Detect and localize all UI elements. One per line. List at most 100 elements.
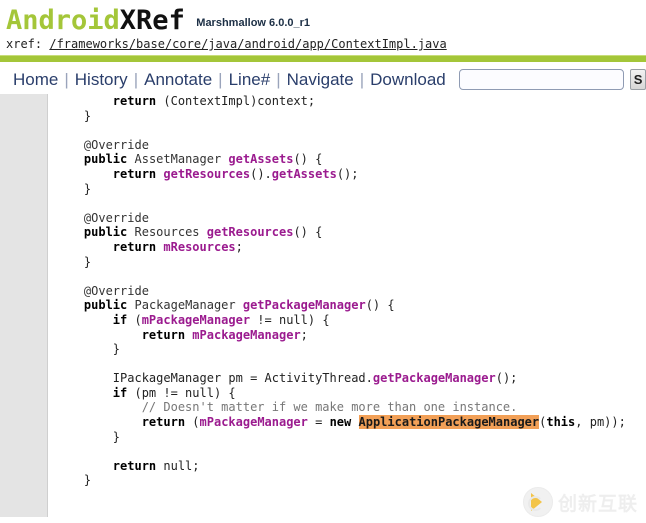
code-token: return	[112, 166, 157, 181]
code-line: 195 }	[0, 108, 646, 124]
symbol-link[interactable]: getPackageManager	[373, 371, 496, 385]
code-line-text: @Override	[46, 284, 646, 299]
code-token: return	[141, 415, 186, 430]
search-input[interactable]	[458, 69, 624, 90]
code-token: ;	[300, 327, 308, 342]
symbol-link[interactable]: getAssets	[272, 167, 337, 181]
symbol-link[interactable]: mPackageManager	[192, 328, 300, 342]
code-token: () {	[365, 298, 395, 313]
code-line-text: return mResources;	[46, 240, 646, 255]
code-token: ();	[495, 371, 518, 386]
search-button[interactable]: S	[629, 69, 646, 90]
symbol-link[interactable]: mPackageManager	[200, 415, 308, 429]
nav-item-navigate[interactable]: Navigate	[282, 70, 359, 90]
code-line-text: public AssetManager getAssets() {	[46, 152, 646, 167]
symbol-link[interactable]: getAssets	[228, 152, 293, 166]
code-token: }	[55, 473, 92, 488]
green-divider	[0, 55, 646, 62]
code-line-text: }	[46, 182, 646, 197]
code-token: =	[307, 415, 330, 430]
code-line-text: @Override	[46, 211, 646, 226]
xref-path-link[interactable]: /frameworks/base/core/java/android/app/C…	[49, 37, 446, 51]
code-line: 201	[0, 196, 646, 211]
code-line-text: if (mPackageManager != null) {	[46, 313, 646, 328]
logo-xref-text: XRef	[119, 5, 185, 36]
code-lines-container: 194 return (ContextImpl)context;195 }196…	[0, 94, 646, 503]
nav-item-download[interactable]: Download	[365, 70, 451, 90]
code-line-text: return mPackageManager;	[46, 328, 646, 343]
code-line-text: @Override	[46, 138, 646, 153]
code-line: 207 @Override	[0, 283, 646, 299]
symbol-link[interactable]: mPackageManager	[142, 313, 250, 327]
code-token: (pm != null) {	[127, 385, 236, 400]
code-token: @Override	[55, 210, 149, 225]
android-version-label: Marshmallow 6.0.0_r1	[196, 17, 311, 29]
code-token: (	[185, 415, 200, 430]
code-line-text: IPackageManager pm = ActivityThread.getP…	[46, 371, 646, 386]
code-token: , pm));	[575, 415, 626, 430]
code-line: 204 return mResources;	[0, 239, 646, 255]
code-line: 203 public Resources getResources() {	[0, 225, 646, 240]
code-line-text: public PackageManager getPackageManager(…	[46, 298, 646, 313]
code-line-text: }	[46, 473, 646, 488]
code-line: 219 return null;	[0, 458, 646, 474]
code-line: 220 }	[0, 473, 646, 489]
code-line: 202 @Override	[0, 210, 646, 226]
code-token: return	[112, 458, 157, 473]
symbol-link[interactable]: getPackageManager	[243, 298, 366, 312]
nav-item-home[interactable]: Home	[8, 70, 63, 90]
site-header: AndroidXRef Marshmallow 6.0.0_r1	[0, 0, 646, 36]
code-line-text: if (pm != null) {	[46, 386, 646, 401]
code-token: @Override	[55, 283, 149, 298]
code-line: 214 if (pm != null) {	[0, 385, 646, 401]
code-line-text: }	[46, 430, 646, 445]
code-line-text: // Doesn't matter if we make more than o…	[46, 400, 646, 415]
code-line: 213 IPackageManager pm = ActivityThread.…	[0, 371, 646, 386]
main-navigation-bar: Home | History | Annotate | Line# | Navi…	[0, 62, 646, 94]
code-token: }	[55, 254, 92, 269]
symbol-link[interactable]: getResources	[207, 225, 294, 239]
code-token: return	[112, 94, 157, 108]
code-line-text: return null;	[46, 459, 646, 474]
nav-item-line-number[interactable]: Line#	[224, 70, 276, 90]
code-token: () {	[293, 225, 323, 240]
code-token: public	[83, 152, 128, 167]
code-line: 194 return (ContextImpl)context;	[0, 94, 646, 109]
symbol-link[interactable]: getResources	[163, 167, 250, 181]
highlighted-symbol[interactable]: ApplicationPackageManager	[358, 415, 540, 430]
code-token: public	[83, 225, 128, 240]
nav-item-annotate[interactable]: Annotate	[139, 70, 217, 90]
code-line: 200 }	[0, 181, 646, 197]
code-line: 211 }	[0, 342, 646, 357]
code-token: return	[141, 327, 186, 342]
code-token: ().	[250, 166, 272, 181]
code-token: return	[112, 239, 157, 254]
nav-item-history[interactable]: History	[70, 70, 133, 90]
code-token: (ContextImpl)context;	[156, 94, 316, 108]
code-token: public	[83, 298, 128, 313]
code-token: () {	[293, 152, 323, 167]
code-line: 210 return mPackageManager;	[0, 327, 646, 343]
code-token: (	[127, 312, 142, 327]
code-line-text: return getResources().getAssets();	[46, 167, 646, 182]
code-line: 205 }	[0, 254, 646, 270]
code-token: }	[55, 181, 92, 196]
code-token: new	[329, 415, 352, 430]
code-line: 209 if (mPackageManager != null) {	[0, 312, 646, 328]
code-token: }	[55, 342, 121, 357]
code-token: ;	[235, 239, 243, 254]
symbol-link[interactable]: mResources	[163, 240, 235, 254]
xref-path-line: xref: /frameworks/base/core/java/android…	[0, 36, 646, 54]
code-token: ();	[336, 166, 359, 181]
code-line: 217 }	[0, 429, 646, 445]
